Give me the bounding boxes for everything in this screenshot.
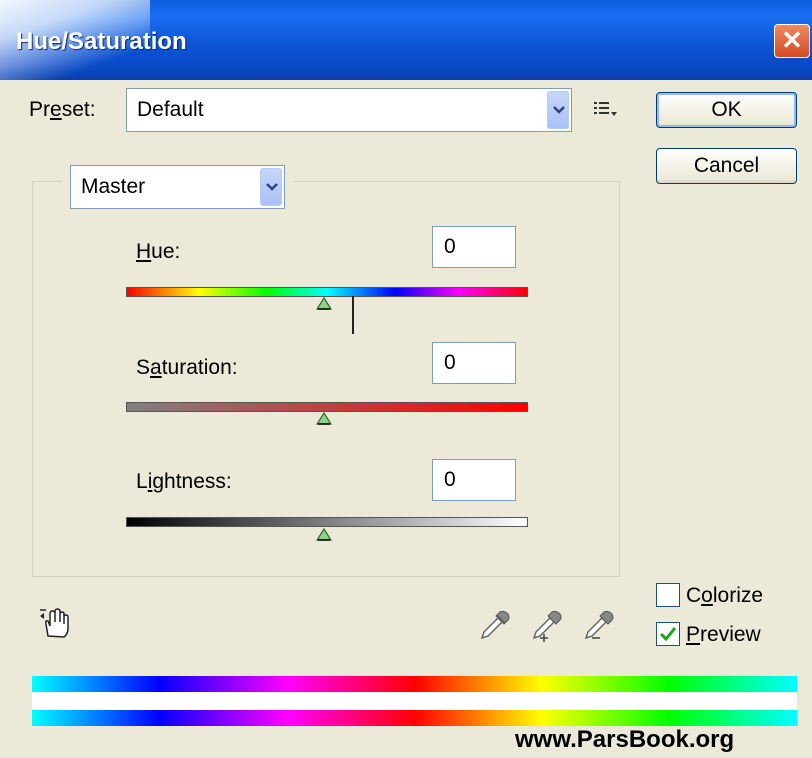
hue-label-mnemonic: H [136,240,152,263]
input-spectrum-bar [32,676,797,692]
saturation-slider-thumb[interactable] [315,411,333,431]
colorize-checkbox[interactable] [656,583,680,607]
dialog-title: Hue/Saturation [16,28,187,55]
lightness-label: Lightness: [136,470,232,494]
saturation-label-part: turation: [161,356,238,379]
hue-label-part: ue: [151,240,181,263]
preset-label-part: set: [61,98,96,121]
hue-input[interactable]: 0 [432,226,516,268]
lightness-label-part: ghtness: [152,470,232,493]
channel-value: Master [81,175,146,198]
hue-slider-track[interactable] [126,287,528,297]
saturation-label: Saturation: [136,356,238,380]
hand-adjust-icon[interactable] [38,606,72,645]
channel-select[interactable]: Master [70,165,285,209]
lightness-slider-track[interactable] [126,517,528,527]
lightness-input[interactable]: 0 [432,459,516,501]
preset-label: Preset: [29,98,96,122]
colorize-label-mnemonic: o [701,584,713,607]
title-bar[interactable]: Hue/Saturation ✕ [0,0,812,80]
chevron-down-icon[interactable] [260,168,282,206]
lightness-label-part: L [136,470,148,493]
preset-label-part: Pr [29,98,50,121]
watermark-text: www.ParsBook.org [515,726,735,753]
hue-saturation-dialog: Hue/Saturation ✕ Preset: Default OK Canc… [0,0,812,758]
hue-reference-marker [352,296,354,334]
colorize-label-part: lorize [712,584,764,607]
checkmark-icon [659,627,677,642]
saturation-label-part: S [136,356,151,379]
saturation-slider-track[interactable] [126,402,528,412]
spectrum-gap [32,692,797,710]
ok-button[interactable]: OK [656,92,797,128]
preview-checkbox[interactable] [656,622,680,646]
preset-value: Default [137,98,204,121]
output-spectrum-bar [32,710,797,726]
lightness-slider-thumb[interactable] [315,527,333,547]
eyedropper-minus-icon[interactable] [582,608,616,647]
close-button[interactable]: ✕ [774,24,810,58]
eyedropper-icon[interactable] [478,608,512,647]
colorize-label: Colorize [686,584,763,608]
preview-label-mnemonic: P [686,623,701,646]
colorize-label-part: C [686,584,702,607]
hue-slider-thumb[interactable] [315,296,333,316]
preview-label-part: review [700,623,761,646]
saturation-label-mnemonic: a [150,356,162,379]
saturation-input[interactable]: 0 [432,342,516,384]
preset-select[interactable]: Default [126,88,572,132]
preset-options-icon[interactable] [593,100,619,125]
hue-label: Hue: [136,240,180,264]
preset-label-mnemonic: e [50,98,62,121]
preview-label: Preview [686,623,761,647]
eyedropper-plus-icon[interactable] [530,608,564,647]
chevron-down-icon[interactable] [547,91,569,129]
cancel-button[interactable]: Cancel [656,148,797,184]
